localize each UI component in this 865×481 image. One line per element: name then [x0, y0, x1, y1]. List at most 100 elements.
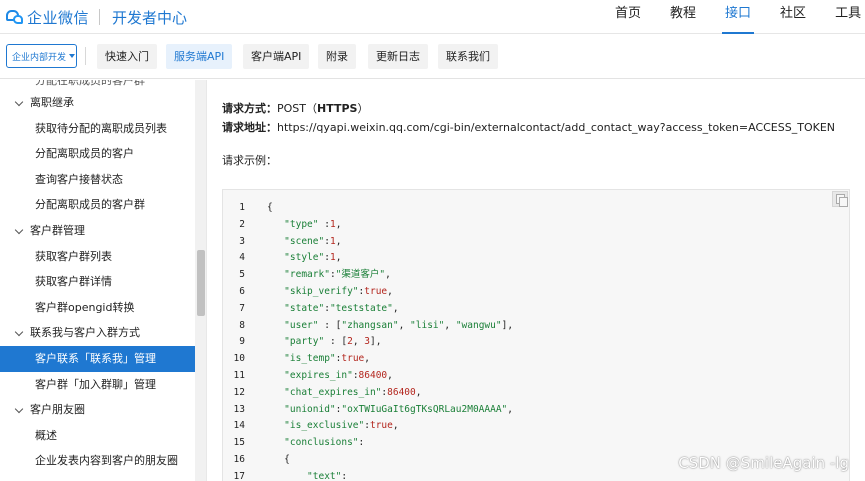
- chevron-down-icon: [14, 328, 24, 337]
- code-text: "chat_expires_in":86400,: [284, 386, 422, 398]
- code-text: "scene":1,: [284, 235, 342, 247]
- code-line: 13 "unionid":"oxTWIuGaIt6gTKsQRLau2M0AAA…: [223, 401, 823, 418]
- sidebar-group[interactable]: 客户朋友圈: [0, 397, 195, 423]
- line-number: 5: [239, 269, 245, 281]
- watermark: CSDN @SmileAgain -lg: [678, 454, 849, 472]
- code-text: "state":"teststate",: [284, 302, 399, 314]
- code-line: 2 "type" :1,: [223, 216, 823, 233]
- sidebar-item-label: 联系我与客户入群方式: [30, 326, 140, 340]
- tab-2[interactable]: 客户端API: [243, 44, 310, 69]
- code-line: 10 "is_temp":true,: [223, 350, 823, 367]
- line-number: 15: [233, 437, 245, 449]
- logo[interactable]: 企业微信 开发者中心: [6, 6, 187, 28]
- code-line: 15 "conclusions":: [223, 434, 823, 451]
- chevron-down-icon: [14, 97, 24, 107]
- sidebar-item-label: 企业发表内容到客户的朋友圈: [35, 454, 178, 468]
- nav-item[interactable]: 工具: [835, 0, 861, 34]
- sidebar-group[interactable]: 联系我与客户入群方式: [0, 320, 195, 346]
- sidebar-item-label: 查询客户接替状态: [35, 172, 123, 186]
- line-number: 4: [239, 252, 245, 264]
- sidebar-item-label: 客户群opengid转换: [35, 300, 135, 314]
- line-number: 2: [239, 218, 245, 230]
- line-number: 8: [239, 319, 245, 331]
- sidebar-item[interactable]: 客户群opengid转换: [0, 295, 195, 321]
- line-number: 10: [233, 353, 245, 365]
- sidebar-item[interactable]: 客户群「加入群聊」管理: [0, 372, 195, 398]
- line-number: 9: [239, 336, 245, 348]
- request-url: 请求地址：https://qyapi.weixin.qq.com/cgi-bin…: [222, 119, 835, 135]
- top-header: 企业微信 开发者中心 首页 教程 接口 社区 工具: [0, 0, 865, 34]
- sidebar-item[interactable]: 查询客户接替状态: [0, 167, 195, 193]
- nav-item[interactable]: 接口: [722, 0, 755, 34]
- sidebar-item[interactable]: 获取客户群详情: [0, 269, 195, 295]
- code-line: 1{: [223, 199, 823, 216]
- code-line: 6 "skip_verify":true,: [223, 283, 823, 300]
- sidebar-group[interactable]: 离职继承: [0, 90, 195, 116]
- tab-4[interactable]: 更新日志: [368, 44, 428, 69]
- brand-name: 企业微信: [27, 8, 90, 27]
- code-line: 11 "expires_in":86400,: [223, 367, 823, 384]
- code-line: 4 "style":1,: [223, 249, 823, 266]
- line-number: 6: [239, 286, 245, 297]
- sidebar-item[interactable]: 概述: [0, 423, 195, 449]
- code-line: 12 "chat_expires_in":86400,: [223, 384, 823, 401]
- tab-3[interactable]: 附录: [318, 44, 356, 69]
- sidebar-scroll-thumb[interactable]: [197, 250, 205, 316]
- sidebar-item[interactable]: 分配离职成员的客户群: [0, 192, 195, 218]
- request-method: 请求方式：POST（HTTPS）: [222, 100, 368, 116]
- wecom-logo-icon: [6, 9, 24, 25]
- tab-5[interactable]: 联系我们: [438, 44, 498, 69]
- sidebar-item-label: 分配离职成员的客户群: [35, 198, 145, 212]
- chevron-down-icon: [14, 404, 24, 414]
- request-method-close: ）: [357, 102, 369, 115]
- sidebar-item[interactable]: 获取客户群列表: [0, 244, 195, 270]
- scope-select[interactable]: 企业内部开发: [6, 44, 77, 68]
- sub-nav-bar: 企业内部开发 快速入门 服务端API 客户端API 附录 更新日志 联系我们: [0, 35, 865, 79]
- code-text: "conclusions":: [284, 437, 365, 449]
- sidebar-item[interactable]: 企业发表内容到客户的朋友圈: [0, 448, 195, 474]
- sidebar-group[interactable]: 客户群管理: [0, 218, 195, 244]
- code-line: 14 "is_exclusive":true,: [223, 417, 823, 434]
- code-text: "remark":"渠道客户",: [284, 269, 391, 281]
- divider: [85, 47, 86, 65]
- sidebar-item-label: 获取客户群详情: [35, 275, 112, 289]
- code-text: "unionid":"oxTWIuGaIt6gTKsQRLau2M0AAAA",: [284, 403, 513, 415]
- code-text: "is_exclusive":true,: [284, 420, 399, 432]
- sidebar-item-label: 概述: [35, 428, 57, 442]
- line-number: 1: [239, 202, 245, 213]
- sidebar-item[interactable]: 分配离职成员的客户: [0, 141, 195, 167]
- sidebar-item[interactable]: 获取待分配的离职成员列表: [0, 116, 195, 142]
- request-method-label: 请求方式：: [222, 102, 277, 115]
- code-text: "party" : [2, 3],: [284, 336, 382, 348]
- code-text: "expires_in":86400,: [284, 370, 393, 381]
- code-text: "text":: [307, 470, 348, 481]
- copy-icon[interactable]: [832, 191, 848, 207]
- sidebar-item[interactable]: 客户联系「联系我」管理: [0, 346, 195, 372]
- sidebar-item-label: 离职继承: [30, 96, 74, 109]
- request-url-label: 请求地址：: [222, 121, 277, 134]
- code-line: 8 "user" : ["zhangsan", "lisi", "wangwu"…: [223, 317, 823, 334]
- nav-item[interactable]: 教程: [670, 0, 696, 34]
- line-number: 3: [239, 235, 245, 247]
- sidebar-item-label: 客户联系「联系我」管理: [35, 352, 156, 365]
- sidebar-item-label: 获取客户群列表: [35, 249, 112, 263]
- line-number: 12: [233, 386, 245, 398]
- line-number: 14: [233, 420, 245, 432]
- code-text: "style":1,: [284, 252, 342, 264]
- tab-0[interactable]: 快速入门: [97, 44, 157, 69]
- sidebar-item-label: 分配离职成员的客户: [35, 147, 134, 161]
- request-url-value: https://qyapi.weixin.qq.com/cgi-bin/exte…: [277, 121, 835, 134]
- sidebar-item-label: 客户群管理: [30, 224, 85, 237]
- nav-item[interactable]: 社区: [780, 0, 806, 34]
- tab-1[interactable]: 服务端API: [166, 44, 233, 69]
- nav-item[interactable]: 首页: [615, 0, 641, 34]
- sidebar: 分配在职成员的客户群 离职继承 获取待分配的离职成员列表 分配离职成员的客户 查询客户…: [0, 80, 207, 481]
- request-method-proto: HTTPS: [317, 102, 358, 115]
- scope-select-label: 企业内部开发: [12, 52, 67, 63]
- code-text: "skip_verify":true,: [284, 286, 393, 297]
- code-text: "user" : ["zhangsan", "lisi", "wangwu"],: [284, 319, 514, 331]
- chevron-down-icon: [69, 54, 76, 58]
- main-content: 请求方式：POST（HTTPS） 请求地址：https://qyapi.weix…: [208, 80, 865, 481]
- line-number: 7: [239, 302, 245, 314]
- code-text: {: [267, 454, 290, 465]
